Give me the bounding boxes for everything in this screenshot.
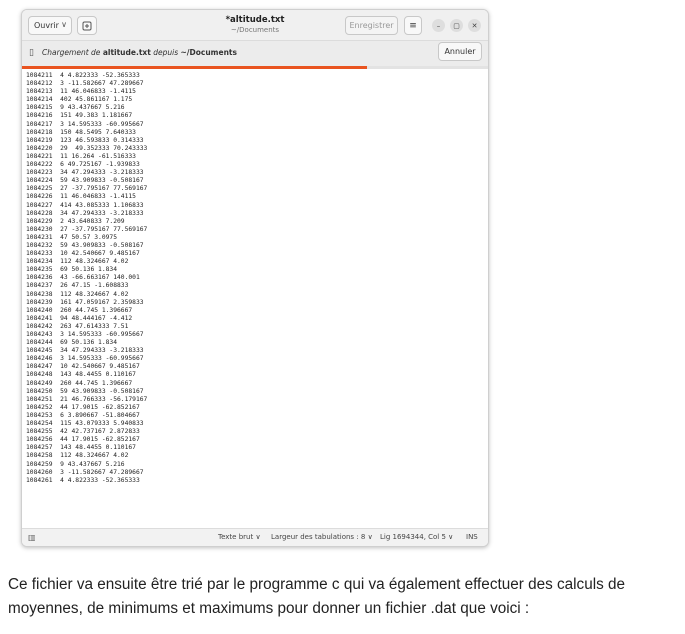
text-line: 1084221 11 16.264 -61.516333	[26, 152, 136, 160]
loading-filename: altitude.txt	[102, 48, 151, 57]
text-line: 1084235 69 50.136 1.834	[26, 266, 117, 274]
text-line: 1084260 3 -11.582667 47.289667	[26, 468, 144, 476]
chevron-down-icon: ∨	[255, 533, 261, 541]
chevron-down-icon: ∨	[367, 533, 373, 541]
text-line: 1084225 27 -37.795167 77.569167	[26, 185, 148, 193]
text-line: 1084230 27 -37.795167 77.569167	[26, 225, 148, 233]
cursor-position-label: Lig 1694344, Col 5	[380, 533, 446, 541]
text-line: 1084258 112 48.324667 4.02	[26, 452, 129, 460]
loading-prefix: Chargement de	[42, 48, 103, 57]
text-line: 1084239 161 47.059167 2.359833	[26, 298, 144, 306]
document-path: ~/Documents	[230, 26, 280, 34]
text-line: 1084236 43 -66.663167 140.001	[26, 274, 140, 282]
format-label: Texte brut	[218, 533, 254, 541]
chevron-down-icon: ∨	[448, 533, 454, 541]
insert-mode[interactable]: INS	[466, 533, 478, 541]
text-line: 1084226 11 46.046833 -1.4115	[26, 193, 136, 201]
text-line: 1084249 260 44.745 1.396667	[26, 379, 133, 387]
text-line: 1084245 34 47.294333 -3.218333	[26, 347, 144, 355]
text-line: 1084224 59 43.909833 -0.508167	[26, 177, 144, 185]
header-bar: Ouvrir ∨ *altitude.txt ~/Documents Enreg…	[22, 10, 488, 41]
text-line: 1084254 115 43.079333 5.940833	[26, 420, 144, 428]
text-line: 1084215 9 43.437667 5.216	[26, 104, 125, 112]
loading-message: Chargement de altitude.txt depuis ~/Docu…	[42, 48, 237, 57]
side-panel-icon[interactable]: ▥	[28, 533, 36, 542]
loading-progress-fill	[22, 66, 367, 69]
tab-width-selector[interactable]: Largeur des tabulations : 8 ∨	[271, 533, 373, 541]
text-line: 1084250 59 43.909833 -0.508167	[26, 387, 144, 395]
document-title: *altitude.txt	[225, 15, 285, 25]
text-line: 1084248 143 48.4455 0.110167	[26, 371, 136, 379]
text-line: 1084243 3 14.595333 -60.995667	[26, 331, 144, 338]
text-line: 1084233 10 42.540667 9.485167	[26, 250, 140, 258]
text-line: 1084227 414 43.085333 1.106833	[26, 201, 144, 209]
minimize-icon[interactable]: –	[432, 19, 445, 32]
text-view[interactable]: 1084211 4 4.822333 -52.365333 1084212 3 -…	[22, 70, 488, 528]
cursor-position[interactable]: Lig 1694344, Col 5 ∨	[380, 533, 453, 541]
menu-icon[interactable]: ≡	[404, 16, 422, 35]
text-line: 1084211 4 4.822333 -52.365333	[26, 72, 140, 79]
text-line: 1084218 150 48.5495 7.640333	[26, 128, 136, 136]
text-content: 1084211 4 4.822333 -52.365333 1084212 3 -…	[26, 72, 147, 485]
text-line: 1084244 69 50.136 1.834	[26, 339, 117, 347]
loading-progress-bar	[22, 66, 488, 69]
text-line: 1084214 402 45.861167 1.175	[26, 96, 133, 104]
text-line: 1084232 59 43.909833 -0.508167	[26, 241, 144, 249]
text-line: 1084231 47 50.57 3.0975	[26, 233, 117, 241]
text-line: 1084251 21 46.766333 -56.179167	[26, 395, 148, 403]
text-line: 1084223 34 47.294333 -3.218333	[26, 169, 144, 177]
save-button[interactable]: Enregistrer	[345, 16, 398, 35]
text-line: 1084256 44 17.9015 -62.852167	[26, 436, 140, 444]
text-line: 1084242 263 47.614333 7.51	[26, 322, 129, 330]
text-line: 1084216 151 49.383 1.181667	[26, 112, 133, 120]
text-line: 1084229 2 43.640833 7.209	[26, 217, 125, 225]
new-tab-icon[interactable]	[77, 16, 97, 35]
text-line: 1084241 94 48.444167 -4.412	[26, 314, 133, 322]
chevron-down-icon: ∨	[61, 20, 67, 29]
close-icon[interactable]: ✕	[468, 19, 481, 32]
text-line: 1084222 6 49.725167 -1.939833	[26, 161, 140, 169]
maximize-icon[interactable]: ▢	[450, 19, 463, 32]
loading-folder: ~/Documents	[180, 48, 237, 57]
text-line: 1084228 34 47.294333 -3.218333	[26, 209, 144, 217]
cancel-button[interactable]: Annuler	[438, 42, 482, 61]
text-line: 1084257 143 48.4455 0.110167	[26, 444, 136, 452]
text-line: 1084238 112 48.324667 4.02	[26, 290, 129, 298]
status-bar: ▥ Texte brut ∨ Largeur des tabulations :…	[22, 528, 488, 546]
text-line: 1084252 44 17.9015 -62.852167	[26, 403, 140, 411]
open-button[interactable]: Ouvrir ∨	[28, 16, 72, 35]
window-title-area: *altitude.txt ~/Documents	[182, 15, 328, 34]
caption-text: Ce fichier va ensuite être trié par le p…	[8, 576, 626, 617]
document-icon: ▯	[29, 48, 34, 58]
text-line: 1084213 11 46.046833 -1.4115	[26, 88, 136, 96]
text-line: 1084234 112 48.324667 4.02	[26, 258, 129, 266]
text-editor-window: Ouvrir ∨ *altitude.txt ~/Documents Enreg…	[21, 9, 489, 547]
text-line: 1084219 123 46.593833 0.314333	[26, 136, 144, 144]
text-line: 1084261 4 4.822333 -52.365333	[26, 476, 140, 484]
text-line: 1084253 6 3.890667 -51.804667	[26, 411, 140, 419]
format-selector[interactable]: Texte brut ∨	[218, 533, 261, 541]
open-button-label: Ouvrir	[34, 21, 59, 30]
text-line: 1084247 10 42.540667 9.485167	[26, 363, 140, 371]
loading-middle: depuis	[150, 48, 181, 57]
text-line: 1084246 3 14.595333 -60.995667	[26, 355, 144, 363]
text-line: 1084237 26 47.15 -1.608833	[26, 282, 129, 290]
text-line: 1084220 29 49.352333 70.243333	[26, 144, 148, 152]
text-line: 1084217 3 14.595333 -60.995667	[26, 120, 144, 128]
tab-width-label: Largeur des tabulations : 8	[271, 533, 366, 541]
text-line: 1084259 9 43.437667 5.216	[26, 460, 125, 468]
text-line: 1084212 3 -11.582667 47.289667	[26, 80, 144, 88]
new-tab-icon-svg	[82, 21, 92, 30]
text-line: 1084255 42 42.737167 2.872833	[26, 428, 140, 436]
loading-infobar: ▯ Chargement de altitude.txt depuis ~/Do…	[22, 41, 488, 67]
text-line: 1084240 260 44.745 1.396667	[26, 306, 133, 314]
